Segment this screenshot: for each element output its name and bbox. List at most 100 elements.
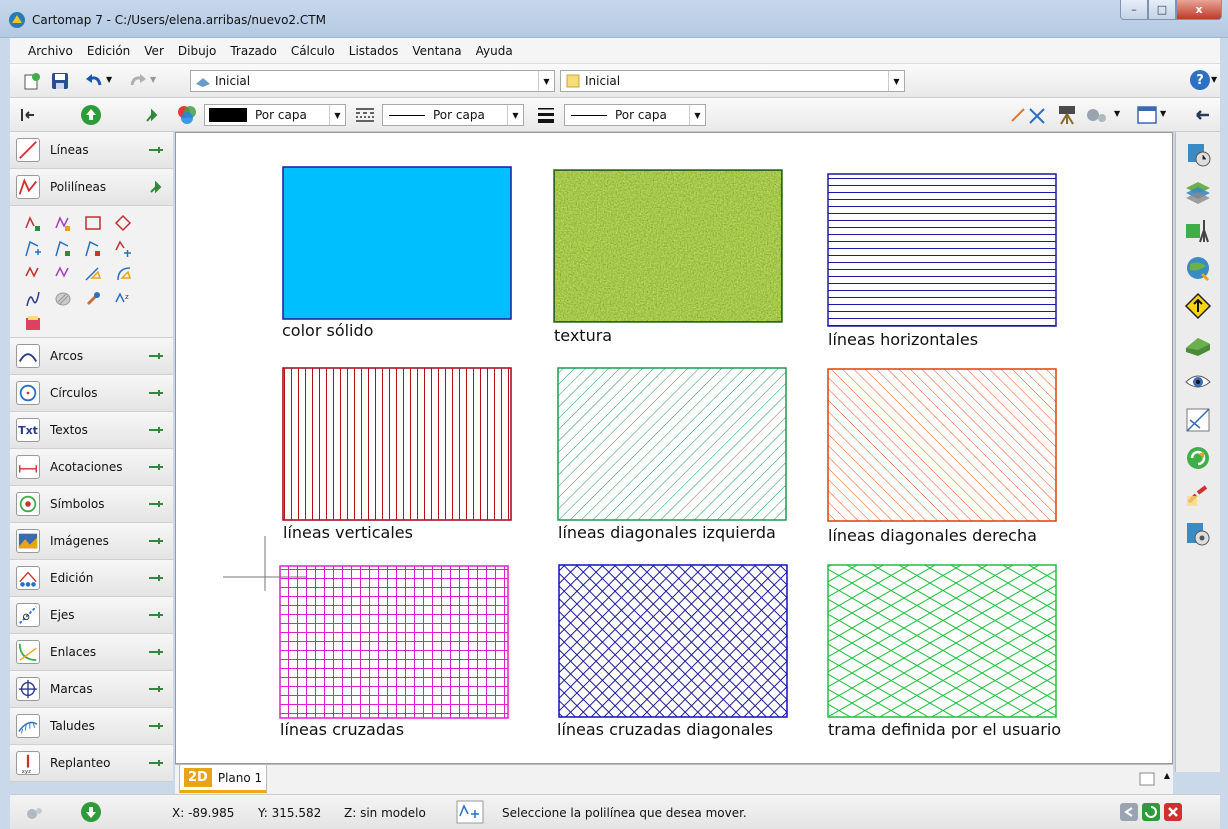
layer-combo[interactable]: Inicial ▼ bbox=[560, 70, 905, 92]
menu-trazado[interactable]: Trazado bbox=[230, 44, 276, 58]
menu-ventana[interactable]: Ventana bbox=[412, 44, 461, 58]
gears-dropdown-icon[interactable]: ▼ bbox=[1114, 109, 1120, 118]
polyline-export-icon[interactable] bbox=[24, 314, 42, 332]
diamond-icon[interactable] bbox=[114, 214, 132, 232]
panel-item-taludes[interactable]: Taludes bbox=[10, 708, 173, 745]
polyline-edit-icon[interactable] bbox=[54, 214, 72, 232]
confirm-icon[interactable] bbox=[1142, 803, 1160, 821]
tab-plano-1[interactable]: 2D Plano 1 bbox=[179, 765, 267, 793]
help-dropdown-icon[interactable]: ▼ bbox=[1211, 75, 1217, 84]
menu-edicion[interactable]: Edición bbox=[87, 44, 130, 58]
refresh-icon[interactable] bbox=[1184, 444, 1212, 472]
polyline-move-icon[interactable] bbox=[114, 240, 132, 258]
collapse-left-icon[interactable] bbox=[18, 105, 38, 125]
polyline-paint-icon[interactable] bbox=[84, 290, 102, 308]
panel-item-replanteo[interactable]: xyz Replanteo bbox=[10, 745, 173, 782]
gears-icon[interactable] bbox=[24, 803, 44, 823]
menu-ver[interactable]: Ver bbox=[144, 44, 164, 58]
polyline-fillet-icon[interactable] bbox=[114, 264, 132, 282]
lineweight-icon[interactable] bbox=[536, 105, 556, 125]
terrain-icon[interactable] bbox=[1184, 330, 1212, 358]
color-combo[interactable]: Por capa ▼ bbox=[204, 104, 346, 126]
panel-item-acotaciones[interactable]: Acotaciones bbox=[10, 449, 173, 486]
lineweight-combo[interactable]: Por capa ▼ bbox=[564, 104, 706, 126]
link-icon[interactable] bbox=[1184, 482, 1212, 510]
menu-dibujo[interactable]: Dibujo bbox=[178, 44, 216, 58]
help-icon[interactable]: ? bbox=[1190, 70, 1210, 90]
rectangle-icon[interactable] bbox=[84, 214, 102, 232]
undo-dropdown-icon[interactable]: ▼ bbox=[106, 75, 112, 84]
layers-icon[interactable] bbox=[1184, 178, 1212, 206]
polyline-vertex-icon[interactable] bbox=[54, 240, 72, 258]
panel-item-arcos[interactable]: Arcos bbox=[10, 338, 173, 375]
maximize-button[interactable]: □ bbox=[1148, 0, 1176, 20]
panel-item-lineas[interactable]: Líneas bbox=[10, 132, 173, 169]
chevron-down-icon[interactable]: ▼ bbox=[538, 71, 554, 91]
eye-icon[interactable] bbox=[1184, 368, 1212, 396]
panel-item-enlaces[interactable]: Enlaces bbox=[10, 634, 173, 671]
drawing-canvas[interactable]: color sólido textura líneas horizontales… bbox=[175, 132, 1173, 764]
pin-icon[interactable] bbox=[149, 427, 163, 433]
up-arrow-icon[interactable] bbox=[80, 104, 102, 126]
pin-icon[interactable] bbox=[149, 760, 163, 766]
color-wheel-icon[interactable] bbox=[176, 104, 198, 126]
linetype-icon[interactable] bbox=[354, 105, 376, 125]
sheet-icon[interactable] bbox=[1139, 771, 1159, 787]
panel-item-polilineas[interactable]: Polilíneas bbox=[10, 169, 173, 206]
polyline-hatch-icon[interactable] bbox=[54, 290, 72, 308]
menu-listados[interactable]: Listados bbox=[349, 44, 399, 58]
polyline-add-vertex-icon[interactable] bbox=[24, 240, 42, 258]
pin-icon[interactable] bbox=[149, 538, 163, 544]
undo-icon[interactable] bbox=[84, 71, 104, 91]
menu-archivo[interactable]: Archivo bbox=[28, 44, 73, 58]
chevron-down-icon[interactable]: ▼ bbox=[507, 105, 523, 125]
pin-icon[interactable] bbox=[149, 501, 163, 507]
pushpin-icon[interactable] bbox=[149, 180, 163, 194]
panel-item-circulos[interactable]: Círculos bbox=[10, 375, 173, 412]
panel-item-ejes[interactable]: Ejes bbox=[10, 597, 173, 634]
panel-item-imagenes[interactable]: Imágenes bbox=[10, 523, 173, 560]
pin-icon[interactable] bbox=[149, 723, 163, 729]
pin-icon[interactable] bbox=[149, 649, 163, 655]
pin-icon[interactable] bbox=[149, 390, 163, 396]
cancel-icon[interactable] bbox=[1164, 803, 1182, 821]
redo-dropdown-icon[interactable]: ▼ bbox=[150, 75, 156, 84]
save-icon[interactable] bbox=[50, 71, 70, 91]
panel-item-edicion[interactable]: Edición bbox=[10, 560, 173, 597]
window-layout-icon[interactable] bbox=[1136, 105, 1158, 125]
down-arrow-icon[interactable] bbox=[80, 801, 102, 823]
close-button[interactable]: x bbox=[1176, 0, 1222, 20]
chevron-down-icon[interactable]: ▼ bbox=[888, 71, 904, 91]
menu-calculo[interactable]: Cálculo bbox=[291, 44, 335, 58]
settings-doc-icon[interactable] bbox=[1184, 520, 1212, 548]
layout-dropdown-icon[interactable]: ▼ bbox=[1160, 109, 1166, 118]
polyline-split-icon[interactable] bbox=[54, 264, 72, 282]
new-file-icon[interactable] bbox=[22, 71, 42, 91]
view-combo[interactable]: Inicial ▼ bbox=[190, 70, 555, 92]
minimize-button[interactable]: – bbox=[1120, 0, 1148, 20]
tripod-icon[interactable] bbox=[1056, 104, 1078, 126]
pin-icon[interactable] bbox=[149, 464, 163, 470]
clock-settings-icon[interactable] bbox=[1184, 140, 1212, 168]
pin-icon[interactable] bbox=[149, 686, 163, 692]
menu-ayuda[interactable]: Ayuda bbox=[476, 44, 513, 58]
pin-icon[interactable] bbox=[149, 353, 163, 359]
chevron-down-icon[interactable]: ▼ bbox=[329, 105, 345, 125]
pin-icon[interactable] bbox=[142, 105, 162, 125]
globe-icon[interactable] bbox=[1184, 254, 1212, 282]
redo-icon[interactable] bbox=[128, 71, 148, 91]
pin-icon[interactable] bbox=[149, 612, 163, 618]
pin-icon[interactable] bbox=[149, 147, 163, 153]
chevron-up-icon[interactable]: ▲ bbox=[1164, 771, 1170, 780]
polyline-delete-vertex-icon[interactable] bbox=[84, 240, 102, 258]
polyline-join-icon[interactable] bbox=[24, 264, 42, 282]
chevron-down-icon[interactable]: ▼ bbox=[689, 105, 705, 125]
polyline-offset-icon[interactable] bbox=[84, 264, 102, 282]
collapse-right-icon[interactable] bbox=[1192, 105, 1212, 125]
polyline-z-icon[interactable]: z bbox=[114, 290, 132, 308]
gears-icon[interactable] bbox=[1084, 104, 1112, 126]
road-sign-icon[interactable] bbox=[1184, 292, 1212, 320]
linetype-combo[interactable]: Por capa ▼ bbox=[382, 104, 524, 126]
polyline-curve-icon[interactable] bbox=[24, 290, 42, 308]
polyline-new-icon[interactable] bbox=[24, 214, 42, 232]
